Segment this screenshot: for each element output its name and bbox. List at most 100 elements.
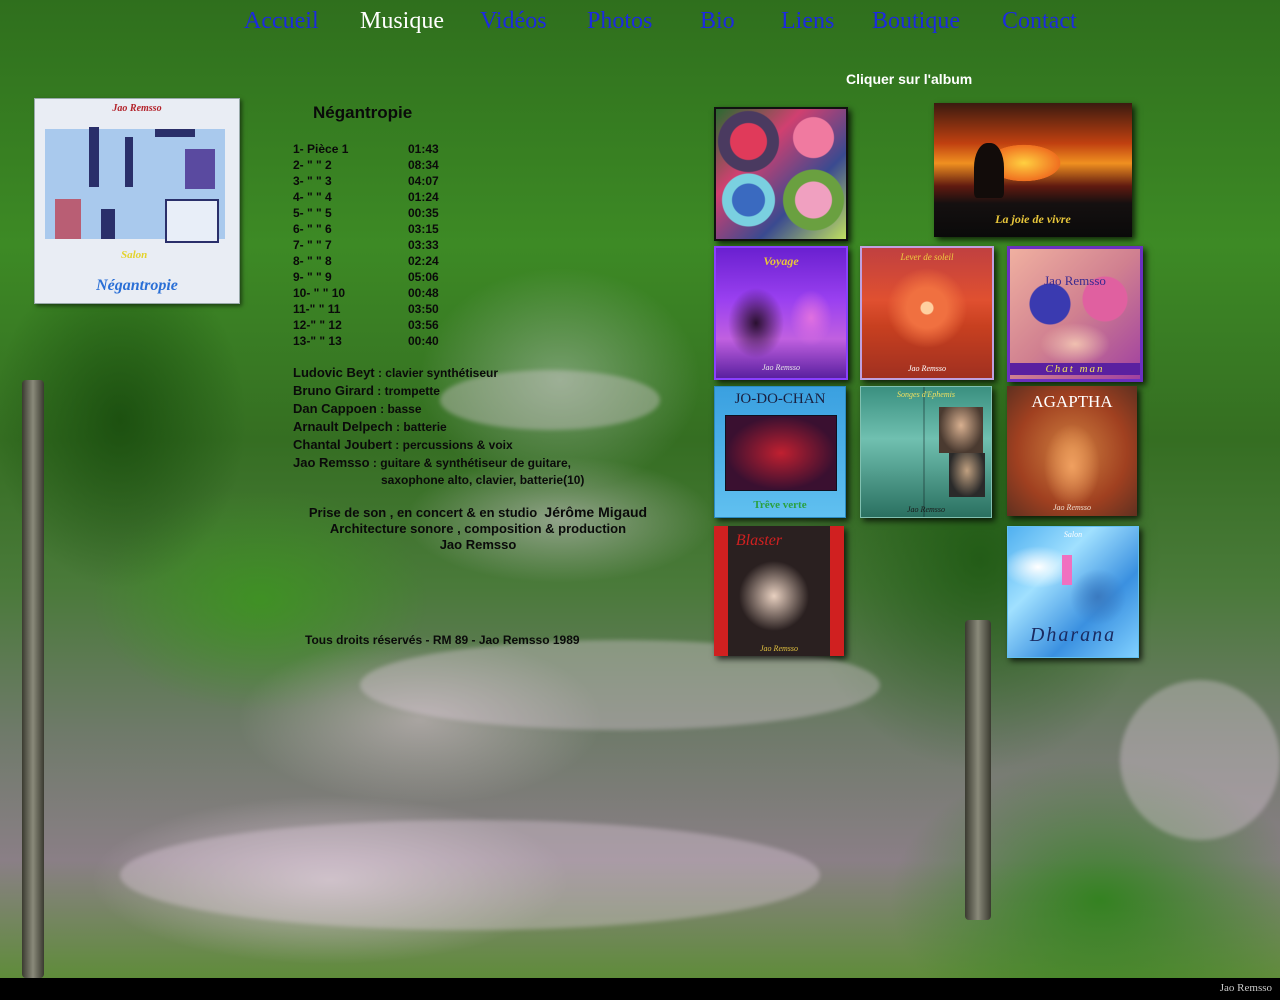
album-la-joie-de-vivre[interactable]: La joie de vivre [934,103,1132,237]
cover-art-shape [165,199,219,243]
musician-line: Ludovic Beyt : clavier synthétiseur [293,364,584,382]
track-row: 11-" " 11 03:50 [293,301,453,317]
track-row: 5- " " 5 00:35 [293,205,453,221]
nav-accueil[interactable]: Accueil [244,4,319,38]
track-row: 12-" " 12 03:56 [293,317,453,333]
album-subcaption: Jao Remsso [908,364,946,373]
album-subcaption: Jao Remsso [762,363,800,372]
production-line-3: Jao Remsso [439,537,517,552]
production-credits: Prise de son , en concert & en studio Jé… [293,504,663,553]
musician-role-continued: saxophone alto, clavier, batterie(10) [381,473,585,487]
track-duration: 00:48 [408,286,439,300]
track-row: 7- " " 7 03:33 [293,237,453,253]
track-duration: 00:40 [408,334,439,348]
track-duration: 05:06 [408,270,439,284]
cover-art-shape [155,129,195,137]
nav-photos[interactable]: Photos [587,4,652,38]
musician-credits: Ludovic Beyt : clavier synthétiseur Brun… [293,364,584,488]
album-subcaption: Trêve verte [753,499,807,511]
track-row: 8- " " 8 02:24 [293,253,453,269]
track-duration: 02:24 [408,254,439,268]
track-number: 9- " " 9 [293,270,332,284]
musician-role: : basse [376,402,422,416]
album-caption: JO-DO-CHAN [734,391,826,407]
nav-videos[interactable]: Vidéos [480,4,547,38]
cover-art-shape [89,127,99,187]
footer-bar: Jao Remsso [0,978,1280,1000]
album-caption: Blaster [735,532,783,549]
musician-name: Jao Remsso [293,455,370,470]
album-lever-de-soleil[interactable]: Lever de soleil Jao Remsso [860,246,994,380]
track-duration: 04:07 [408,174,439,188]
track-row: 4- " " 4 01:24 [293,189,453,205]
production-line-1: Prise de son , en concert & en studio Jé… [293,504,663,521]
album-voyage[interactable]: Voyage Jao Remsso [714,246,848,380]
musician-line: Bruno Girard : trompette [293,382,584,400]
album-caption: Lever de soleil [900,252,954,262]
album-caption: AGAPTHA [1031,392,1113,411]
album-art-tree-silhouette [974,143,1004,198]
album-flowers[interactable] [714,107,848,241]
river-surface [120,820,820,930]
track-duration: 03:33 [408,238,439,252]
nav-liens[interactable]: Liens [781,4,834,38]
nav-contact[interactable]: Contact [1002,4,1077,38]
album-agaptha[interactable]: AGAPTHA Jao Remsso [1007,386,1137,516]
tree-trunk-left [22,380,44,978]
track-row: 6- " " 6 03:15 [293,221,453,237]
album-dharana[interactable]: Salon Dharana [1007,526,1139,658]
album-caption: Dharana [1029,624,1117,646]
footer-credit: Jao Remsso [1219,982,1272,994]
track-row: 1- Pièce 1 01:43 [293,141,453,157]
nav-musique[interactable]: Musique [360,4,444,38]
musician-role: : guitare & synthétiseur de guitare, [369,456,571,470]
album-cover-negantropie: Jao Remsso Salon Négantropie [34,98,240,304]
track-row: 2- " " 2 08:34 [293,157,453,173]
album-art-figure [1062,555,1072,585]
river-surface-right [1120,680,1280,840]
cover-art-shape [101,209,115,239]
track-list: 1- Pièce 1 01:43 2- " " 2 08:34 3- " " 3 04… [293,141,453,349]
cover-title: Négantropie [96,277,178,294]
musician-name: Ludovic Beyt [293,365,375,380]
album-art-image [725,415,837,491]
track-number: 4- " " 4 [293,190,332,204]
album-caption: La joie de vivre [995,212,1071,226]
cover-art-shape [55,199,81,239]
musician-role: : batterie [392,420,447,434]
album-songes-dephemis[interactable]: Songes d'Ephemis Jao Remsso [860,386,992,518]
musician-role: : clavier synthétiseur [374,366,499,380]
main-nav: Accueil Musique Vidéos Photos Bio Liens … [0,4,1280,40]
track-duration: 08:34 [408,158,439,172]
album-subcaption: Jao Remsso [907,505,945,514]
track-number: 12-" " 12 [293,318,342,332]
track-duration: 01:24 [408,190,439,204]
album-art-portrait [939,407,983,453]
track-row: 13-" " 13 00:40 [293,333,453,349]
nav-boutique[interactable]: Boutique [872,4,960,38]
album-blaster[interactable]: Blaster Jao Remsso [714,526,844,656]
musician-name: Bruno Girard [293,383,374,398]
album-grid-hint: Cliquer sur l'album [846,71,973,87]
production-recording-label: Prise de son , en concert & en studio [308,505,538,520]
track-row: 3- " " 3 04:07 [293,173,453,189]
album-art-portrait [949,453,985,497]
track-number: 11-" " 11 [293,302,341,316]
nav-bio[interactable]: Bio [700,4,735,38]
album-jo-do-chan[interactable]: JO-DO-CHAN Trêve verte [714,386,846,518]
track-duration: 01:43 [408,142,439,156]
musician-role: : percussions & voix [391,438,513,452]
album-subcaption: Jao Remsso [1044,273,1106,288]
musician-name: Chantal Joubert [293,437,392,452]
track-duration: 00:35 [408,206,439,220]
album-caption: Voyage [763,254,799,268]
album-chat-man[interactable]: Jao Remsso Chat man [1007,246,1143,382]
track-number: 13-" " 13 [293,334,342,348]
track-number: 7- " " 7 [293,238,332,252]
track-row: 10- " " 10 00:48 [293,285,453,301]
track-number: 2- " " 2 [293,158,332,172]
album-title: Négantropie [313,103,413,122]
album-subcaption: Jao Remsso [1053,503,1091,512]
production-line-2: Architecture sonore , composition & prod… [329,521,627,536]
tree-trunk-right [965,620,991,920]
